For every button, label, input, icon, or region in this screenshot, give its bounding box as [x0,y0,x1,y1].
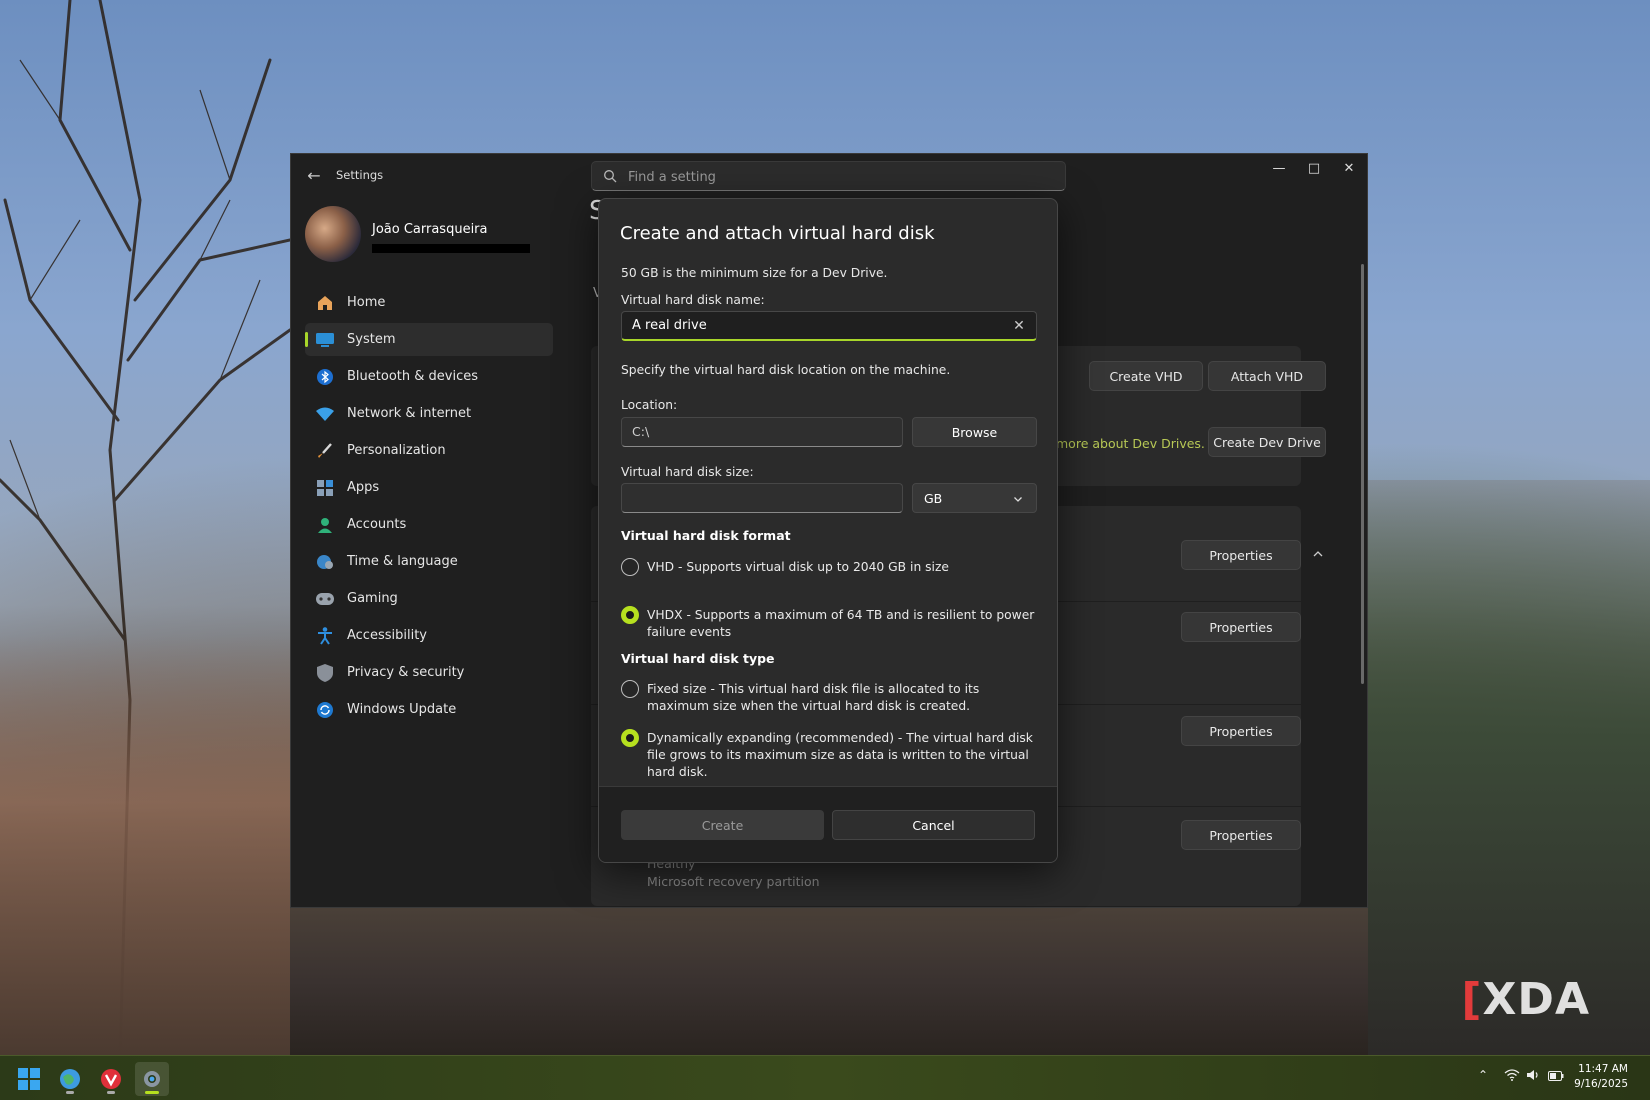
location-value: C:\ [632,424,650,439]
search-input[interactable] [628,167,1048,187]
location-field[interactable]: C:\ [621,417,903,447]
search-icon [604,170,617,183]
shield-icon [315,663,335,683]
battery-icon[interactable] [1548,1070,1564,1084]
create-vhd-dialog: Create and attach virtual hard disk 50 G… [598,198,1058,863]
vhd-size-field[interactable] [621,483,903,513]
minimize-button[interactable]: — [1261,154,1297,184]
sidebar-item-home[interactable]: Home [305,286,553,319]
attach-vhd-button[interactable]: Attach VHD [1208,361,1326,391]
create-button[interactable]: Create [621,810,824,840]
cancel-button[interactable]: Cancel [832,810,1035,840]
accessibility-icon [315,626,335,646]
radio-button-selected[interactable] [621,729,639,747]
gamepad-icon [315,589,335,609]
update-icon [315,700,335,720]
properties-button[interactable]: Properties [1181,540,1301,570]
system-icon [315,330,335,350]
dev-drives-link[interactable]: more about Dev Drives. [1056,436,1205,451]
location-note: Specify the virtual hard disk location o… [621,363,951,377]
location-label: Location: [621,398,678,412]
sidebar-item-accounts[interactable]: Accounts [305,508,553,541]
vhd-size-label: Virtual hard disk size: [621,465,754,479]
sidebar-item-personalization[interactable]: Personalization [305,434,553,467]
title-bar: ← Settings — □ ✕ [291,154,1367,198]
close-button[interactable]: ✕ [1331,154,1367,184]
settings-search[interactable] [591,161,1066,191]
sidebar-item-network[interactable]: Network & internet [305,397,553,430]
min-size-note: 50 GB is the minimum size for a Dev Driv… [621,266,888,280]
size-unit-select[interactable]: GB [912,483,1037,513]
chevron-up-icon[interactable]: ⌃ [1478,1068,1488,1082]
clock[interactable]: 11:47 AM 9/16/2025 [1574,1062,1628,1092]
sidebar-nav: Home System Bluetooth & devices Network … [305,286,553,730]
scrollbar[interactable] [1361,264,1364,684]
clock-time: 11:47 AM [1578,1063,1628,1075]
format-heading: Virtual hard disk format [621,528,791,543]
taskbar: ⌃ 11:47 AM 9/16/2025 [0,1055,1650,1100]
create-vhd-button[interactable]: Create VHD [1089,361,1203,391]
properties-button[interactable]: Properties [1181,612,1301,642]
wifi-icon [315,404,335,424]
maximize-button[interactable]: □ [1296,154,1332,184]
type-heading: Virtual hard disk type [621,651,775,666]
sidebar-item-windows-update[interactable]: Windows Update [305,693,553,726]
sidebar-item-privacy[interactable]: Privacy & security [305,656,553,689]
dialog-title: Create and attach virtual hard disk [620,223,935,244]
vhd-name-label: Virtual hard disk name: [621,293,765,307]
wallpaper-city [0,635,290,1055]
browse-button[interactable]: Browse [912,417,1037,447]
person-icon [315,515,335,535]
radio-button-selected[interactable] [621,606,639,624]
app-title: Settings [336,168,384,182]
vivaldi-icon[interactable] [94,1062,128,1096]
home-icon [315,293,335,313]
globe-clock-icon [315,552,335,572]
properties-button[interactable]: Properties [1181,716,1301,746]
dialog-footer: Create Cancel [599,786,1057,862]
size-unit-value: GB [924,491,943,506]
back-arrow-icon[interactable]: ← [303,165,325,187]
sidebar-item-bluetooth[interactable]: Bluetooth & devices [305,360,553,393]
apps-icon [315,478,335,498]
wifi-tray-icon[interactable] [1504,1069,1520,1084]
volume-icon[interactable] [1526,1069,1540,1084]
sidebar-item-gaming[interactable]: Gaming [305,582,553,615]
sidebar-item-time-language[interactable]: Time & language [305,545,553,578]
radio-button[interactable] [621,680,639,698]
wallpaper-right [1368,480,1650,1055]
clock-date: 9/16/2025 [1574,1078,1628,1090]
sidebar-item-accessibility[interactable]: Accessibility [305,619,553,652]
browser-icon[interactable] [53,1062,87,1096]
partition-description: Microsoft recovery partition [647,874,820,889]
chevron-down-icon [1014,497,1022,502]
vhd-name-value: A real drive [632,318,707,333]
clear-icon[interactable]: ✕ [1010,317,1028,335]
radio-button[interactable] [621,558,639,576]
xda-watermark: [XDA [1461,974,1590,1025]
wallpaper-crowd [290,908,1368,1055]
chevron-up-icon[interactable] [1311,546,1331,566]
settings-gear-icon[interactable] [135,1062,169,1096]
create-dev-drive-button[interactable]: Create Dev Drive [1208,427,1326,457]
sidebar-item-apps[interactable]: Apps [305,471,553,504]
vhd-name-field[interactable]: A real drive ✕ [621,311,1037,341]
brush-icon [315,441,335,461]
user-name: João Carrasqueira [372,222,488,237]
avatar [305,206,361,262]
sidebar-item-system[interactable]: System [305,323,553,356]
properties-button[interactable]: Properties [1181,820,1301,850]
windows-start-icon[interactable] [12,1062,46,1096]
redacted-email [372,244,530,253]
bluetooth-icon [315,367,335,387]
